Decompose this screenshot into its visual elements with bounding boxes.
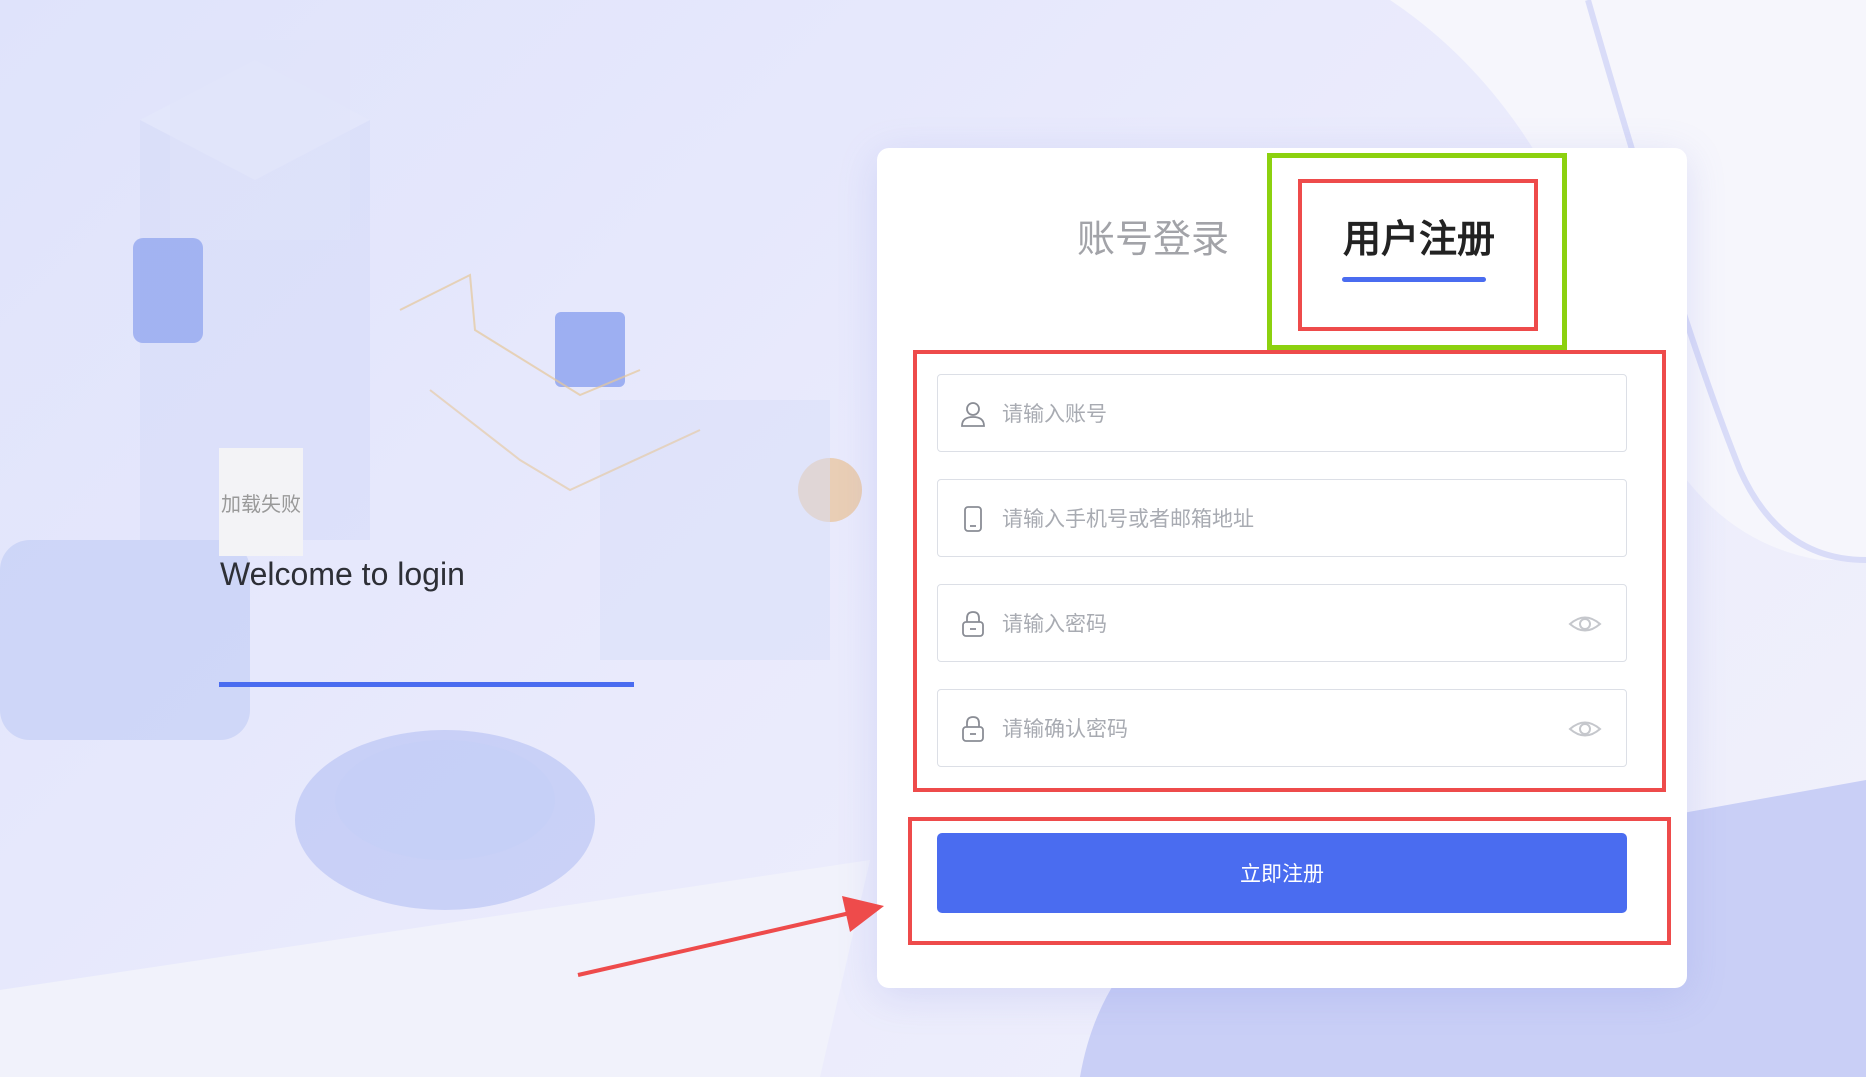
eye-icon[interactable]	[1568, 714, 1602, 744]
confirm-password-input[interactable]	[1000, 690, 1564, 768]
account-input[interactable]	[1000, 375, 1564, 453]
password-field[interactable]	[937, 584, 1627, 663]
contact-field[interactable]	[937, 479, 1627, 558]
confirm-password-field[interactable]	[937, 689, 1627, 768]
password-input[interactable]	[1000, 585, 1564, 663]
phone-icon	[958, 504, 988, 534]
account-field[interactable]	[937, 374, 1627, 453]
logo-placeholder: 加载失败	[219, 448, 303, 556]
welcome-underline	[219, 682, 634, 687]
register-submit-button[interactable]: 立即注册	[937, 833, 1627, 913]
register-card: 账号登录 用户注册 立即注册	[877, 148, 1687, 988]
contact-input[interactable]	[1000, 480, 1564, 558]
user-icon	[958, 399, 988, 429]
active-tab-indicator	[1342, 277, 1486, 282]
lock-icon	[958, 609, 988, 639]
eye-icon[interactable]	[1568, 609, 1602, 639]
tab-account-login[interactable]: 账号登录	[1077, 208, 1229, 263]
welcome-title: Welcome to login	[220, 556, 465, 592]
lock-icon	[958, 714, 988, 744]
tab-user-register[interactable]: 用户注册	[1343, 208, 1495, 263]
